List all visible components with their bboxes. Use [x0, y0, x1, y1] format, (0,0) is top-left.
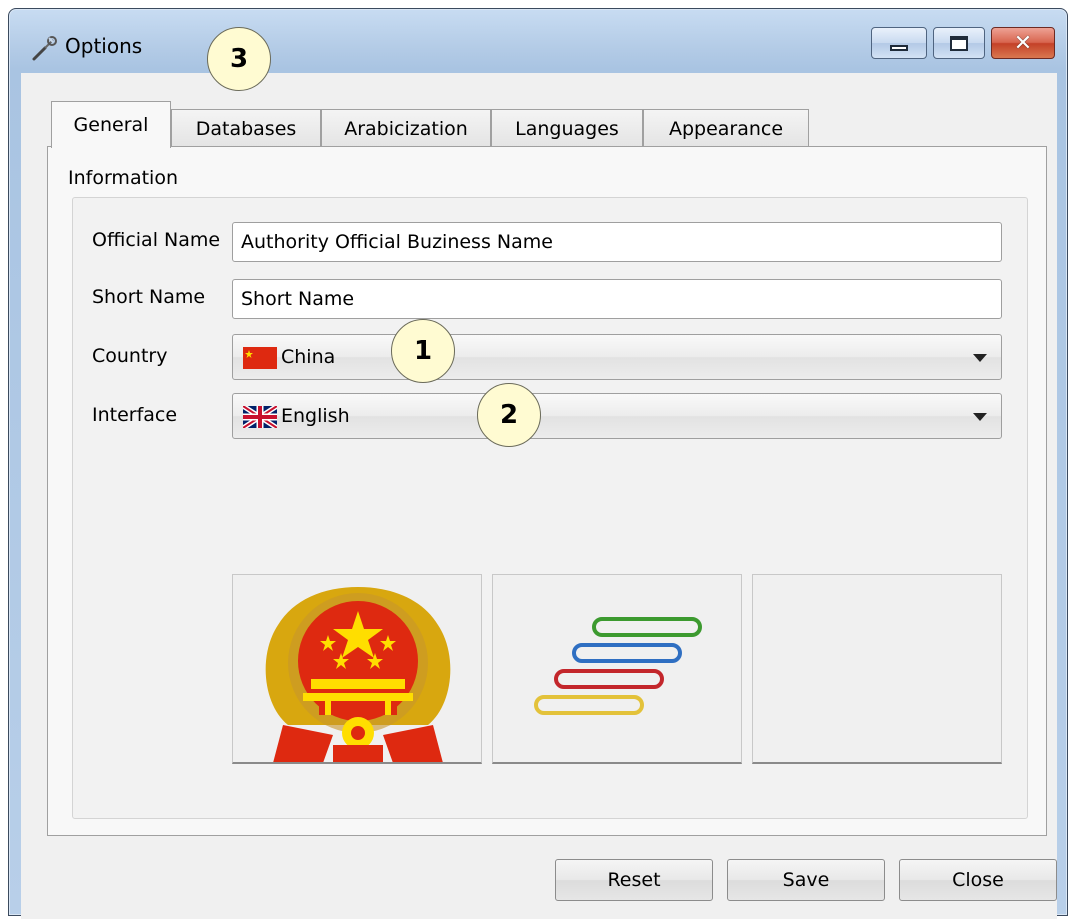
tab-label: General — [73, 114, 149, 136]
chevron-down-icon — [973, 413, 987, 421]
chevron-down-icon — [973, 354, 987, 362]
tab-arabicization[interactable]: Arabicization — [321, 109, 491, 147]
interface-combobox[interactable]: English — [232, 393, 1002, 439]
close-icon: ✕ — [1013, 30, 1033, 56]
country-label: Country — [92, 345, 168, 367]
window-title: Options — [65, 34, 143, 58]
interface-value: English — [281, 405, 350, 427]
tab-label: Arabicization — [344, 117, 468, 140]
country-combobox[interactable]: China — [232, 334, 1002, 380]
information-group-title: Information — [68, 167, 178, 189]
save-button[interactable]: Save — [727, 859, 885, 901]
wrench-icon — [32, 36, 57, 61]
tab-label: Languages — [515, 117, 619, 140]
uk-flag-icon — [243, 406, 277, 428]
dialog-client-area: General Databases Arabicization Language… — [21, 73, 1057, 919]
maximize-icon — [950, 35, 968, 51]
tab-languages[interactable]: Languages — [491, 109, 643, 147]
tab-label: Appearance — [668, 117, 784, 140]
tab-general[interactable]: General — [51, 101, 171, 148]
minimize-icon — [890, 45, 908, 51]
close-window-button[interactable]: ✕ — [991, 27, 1055, 59]
tab-label: Databases — [195, 117, 297, 140]
minimize-button[interactable] — [871, 27, 927, 59]
callout-1: 1 — [391, 319, 455, 383]
emblem-graphic — [265, 587, 451, 762]
short-name-label: Short Name — [92, 286, 206, 308]
tab-databases[interactable]: Databases — [171, 109, 321, 147]
official-name-label: Official Name — [92, 229, 221, 251]
maximize-button[interactable] — [933, 27, 985, 59]
national-emblem-image[interactable] — [232, 574, 482, 764]
general-tab-panel: Information Official Name Short Name Cou… — [47, 146, 1047, 836]
reset-button[interactable]: Reset — [555, 859, 713, 901]
official-name-input[interactable] — [232, 222, 1002, 262]
tab-appearance[interactable]: Appearance — [643, 109, 809, 147]
title-bar[interactable]: Options ✕ — [9, 9, 1067, 73]
options-window: Options ✕ General Databases Arabicizatio… — [8, 8, 1068, 919]
china-flag-icon — [243, 347, 277, 369]
close-button[interactable]: Close — [899, 859, 1057, 901]
callout-2: 2 — [477, 383, 541, 447]
country-value: China — [281, 346, 336, 368]
stacked-bars-logo-image[interactable] — [492, 574, 742, 764]
short-name-input[interactable] — [232, 279, 1002, 319]
empty-image-slot[interactable] — [752, 574, 1002, 764]
callout-3: 3 — [207, 27, 271, 91]
interface-label: Interface — [92, 404, 178, 426]
stacked-bars-logo-graphic — [534, 617, 702, 715]
information-group: Official Name Short Name Country China I… — [72, 197, 1028, 819]
